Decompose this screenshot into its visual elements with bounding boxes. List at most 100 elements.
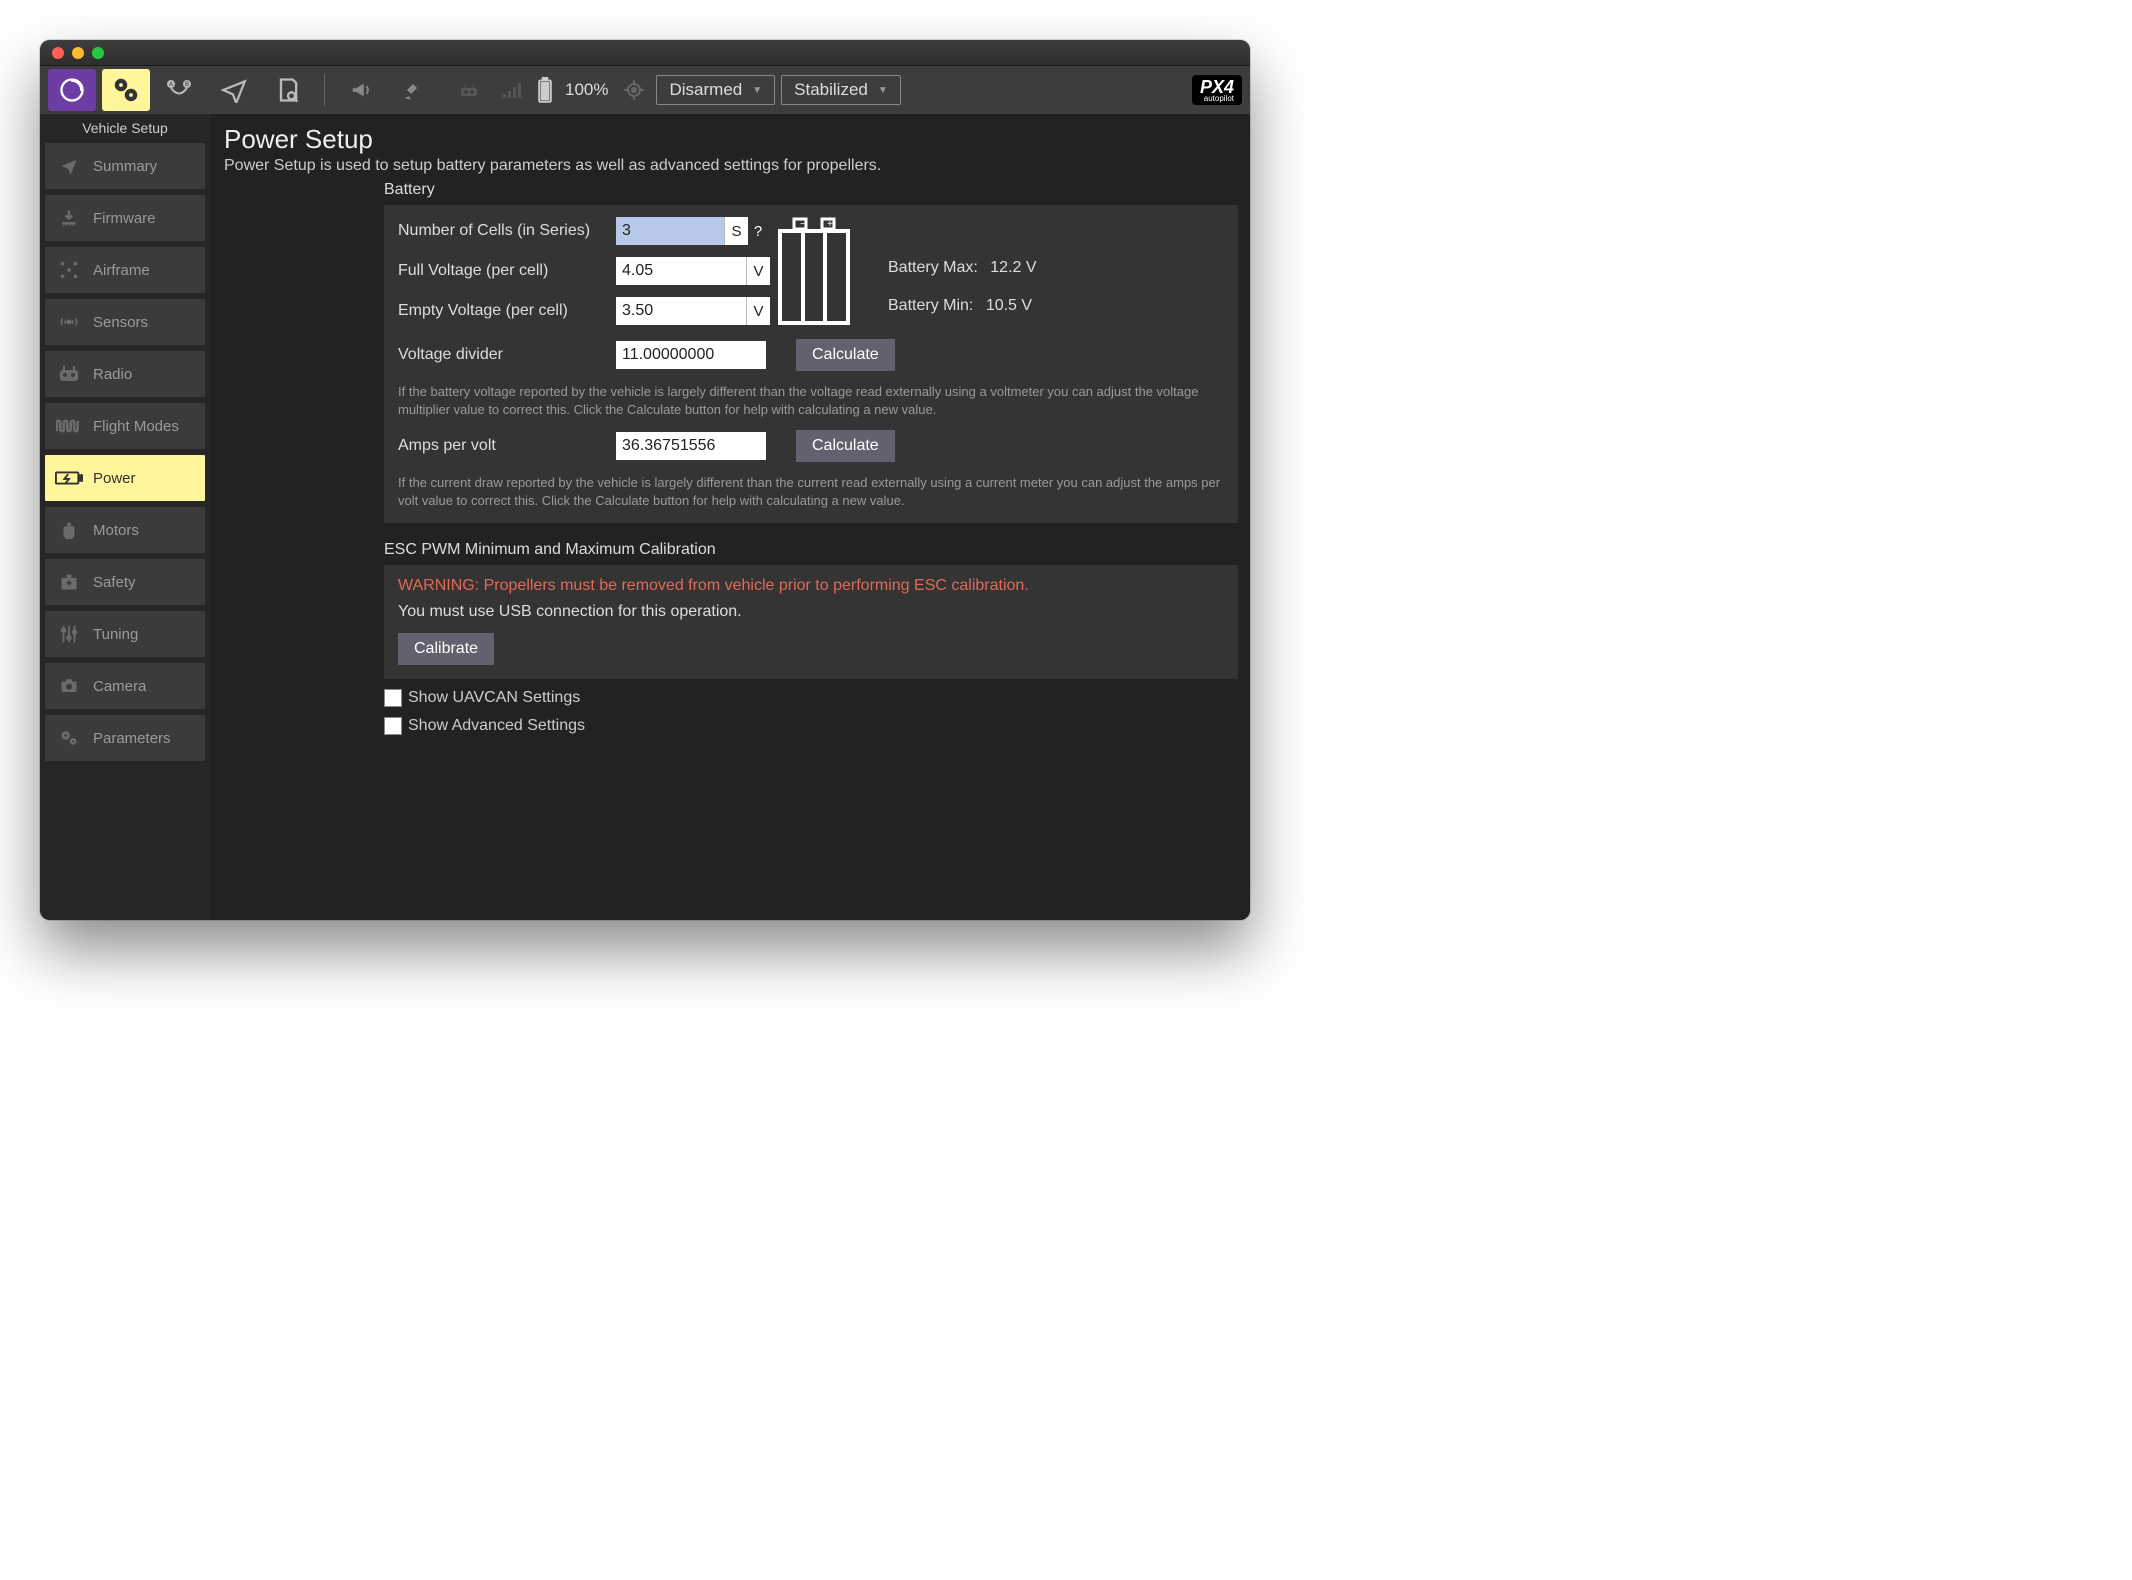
- voltage-divider-label: Voltage divider: [398, 346, 608, 364]
- advanced-checkbox-label: Show Advanced Settings: [408, 717, 585, 735]
- voltage-divider-help: If the battery voltage reported by the v…: [398, 383, 1224, 418]
- sidebar-item-label: Sensors: [93, 314, 148, 331]
- chevron-down-icon: ▼: [752, 85, 762, 96]
- page-subtitle: Power Setup is used to setup battery par…: [224, 157, 1238, 175]
- airframe-icon: [55, 259, 83, 281]
- calculate-vdiv-button[interactable]: Calculate: [796, 339, 895, 371]
- svg-text:+: +: [827, 219, 833, 230]
- sidebar-item-airframe[interactable]: Airframe: [45, 247, 205, 293]
- satellite-icon[interactable]: [391, 69, 439, 111]
- voltage-divider-input[interactable]: [616, 341, 766, 369]
- esc-note: You must use USB connection for this ope…: [398, 603, 1224, 621]
- plane-icon: [55, 157, 83, 175]
- sidebar-item-label: Flight Modes: [93, 418, 179, 435]
- armed-state-dropdown[interactable]: Disarmed ▼: [656, 75, 775, 105]
- sidebar-item-label: Tuning: [93, 626, 138, 643]
- svg-text:A: A: [169, 82, 173, 88]
- svg-text:−: −: [800, 219, 806, 230]
- sliders-icon: [55, 623, 83, 645]
- uavcan-checkbox[interactable]: [384, 689, 402, 707]
- uavcan-checkbox-label: Show UAVCAN Settings: [408, 689, 580, 707]
- chevron-down-icon: ▼: [878, 85, 888, 96]
- maximize-window-icon[interactable]: [92, 47, 104, 59]
- radio-icon: [55, 364, 83, 384]
- amps-per-volt-help: If the current draw reported by the vehi…: [398, 474, 1224, 509]
- titlebar: [40, 40, 1250, 66]
- sidebar-item-tuning[interactable]: Tuning: [45, 611, 205, 657]
- sidebar-item-label: Camera: [93, 678, 146, 695]
- sidebar-item-safety[interactable]: Safety: [45, 559, 205, 605]
- battery-percent: 100%: [565, 80, 608, 100]
- setup-gears-icon[interactable]: [102, 69, 150, 111]
- battery-graphic-icon: −+: [776, 217, 852, 327]
- svg-text:B: B: [185, 82, 189, 88]
- battery-min-value: 10.5 V: [986, 297, 1032, 314]
- motor-icon: [55, 519, 83, 541]
- gears-icon: [55, 728, 83, 748]
- amps-per-volt-input[interactable]: [616, 432, 766, 460]
- minimize-window-icon[interactable]: [72, 47, 84, 59]
- calculate-amps-button[interactable]: Calculate: [796, 430, 895, 462]
- toolbar-separator: [324, 74, 325, 106]
- empty-voltage-label: Empty Voltage (per cell): [398, 302, 608, 320]
- sidebar-item-parameters[interactable]: Parameters: [45, 715, 205, 761]
- full-voltage-input[interactable]: [616, 257, 746, 285]
- sidebar-item-camera[interactable]: Camera: [45, 663, 205, 709]
- sidebar-item-summary[interactable]: Summary: [45, 143, 205, 189]
- sidebar-item-flight-modes[interactable]: Flight Modes: [45, 403, 205, 449]
- sidebar-item-sensors[interactable]: Sensors: [45, 299, 205, 345]
- app-logo-icon[interactable]: [48, 69, 96, 111]
- analyze-icon[interactable]: [264, 69, 312, 111]
- flight-mode-dropdown[interactable]: Stabilized ▼: [781, 75, 901, 105]
- page-title: Power Setup: [224, 124, 1238, 155]
- sidebar-item-label: Firmware: [93, 210, 156, 227]
- sidebar-item-label: Parameters: [93, 730, 171, 747]
- sidebar: Vehicle Setup Summary Firmware Airframe …: [40, 114, 210, 920]
- megaphone-icon[interactable]: [337, 69, 385, 111]
- battery-max-label: Battery Max:: [888, 259, 978, 276]
- battery-zap-icon: [55, 470, 83, 486]
- sidebar-title: Vehicle Setup: [40, 114, 210, 140]
- full-voltage-label: Full Voltage (per cell): [398, 262, 608, 280]
- battery-min-label: Battery Min:: [888, 297, 973, 314]
- waveform-icon: [55, 418, 83, 434]
- sidebar-item-label: Motors: [93, 522, 139, 539]
- help-icon[interactable]: ?: [748, 217, 768, 245]
- cells-unit: S: [724, 217, 748, 245]
- sidebar-item-label: Safety: [93, 574, 136, 591]
- esc-warning: WARNING: Propellers must be removed from…: [398, 577, 1224, 595]
- advanced-checkbox[interactable]: [384, 717, 402, 735]
- sidebar-item-motors[interactable]: Motors: [45, 507, 205, 553]
- armed-state-label: Disarmed: [669, 80, 742, 100]
- first-aid-icon: [55, 572, 83, 592]
- voltage-unit: V: [746, 257, 770, 285]
- fly-plane-icon[interactable]: [210, 69, 258, 111]
- plan-route-icon[interactable]: AB: [156, 69, 204, 111]
- battery-icon: [533, 69, 557, 111]
- battery-section-label: Battery: [384, 181, 1238, 199]
- cells-input[interactable]: [616, 217, 724, 245]
- flight-mode-label: Stabilized: [794, 80, 868, 100]
- sidebar-item-radio[interactable]: Radio: [45, 351, 205, 397]
- battery-panel: Number of Cells (in Series) S ? Full Vol…: [384, 205, 1238, 523]
- toolbar: AB 100% Disarmed ▼: [40, 66, 1250, 114]
- amps-per-volt-label: Amps per volt: [398, 437, 608, 455]
- px4-logo: PX4autopilot: [1192, 75, 1242, 105]
- esc-section-label: ESC PWM Minimum and Maximum Calibration: [384, 541, 1238, 559]
- esc-panel: WARNING: Propellers must be removed from…: [384, 565, 1238, 679]
- sidebar-item-label: Airframe: [93, 262, 150, 279]
- empty-voltage-input[interactable]: [616, 297, 746, 325]
- calibrate-button[interactable]: Calibrate: [398, 633, 494, 665]
- sidebar-item-power[interactable]: Power: [45, 455, 205, 501]
- rc-controller-icon: [445, 69, 493, 111]
- sidebar-item-firmware[interactable]: Firmware: [45, 195, 205, 241]
- cells-label: Number of Cells (in Series): [398, 222, 608, 240]
- sidebar-item-label: Radio: [93, 366, 132, 383]
- gps-crosshair-icon: [618, 69, 650, 111]
- download-icon: [55, 208, 83, 228]
- camera-icon: [55, 677, 83, 695]
- sidebar-item-label: Power: [93, 470, 136, 487]
- app-window: AB 100% Disarmed ▼: [40, 40, 1250, 920]
- battery-max-value: 12.2 V: [990, 259, 1036, 276]
- close-window-icon[interactable]: [52, 47, 64, 59]
